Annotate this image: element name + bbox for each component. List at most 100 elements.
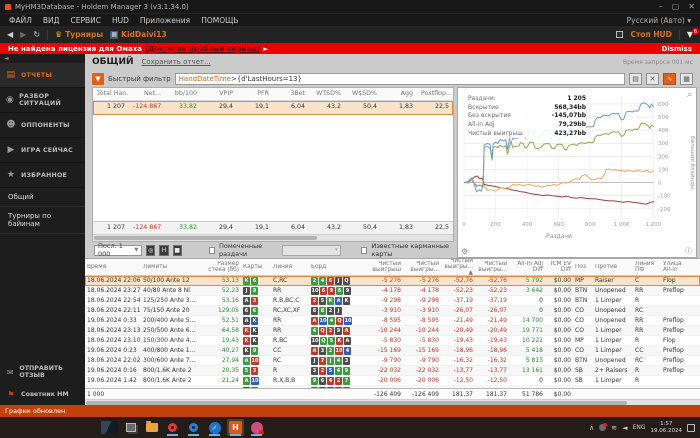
column-header[interactable]: Чистый выигры... [475,261,509,273]
table-row[interactable]: 18.06.2024 23:13 250/500 Ante 6... 64,58 K K… [85,326,700,336]
table-row[interactable]: 18.06.2024 22:06 50/100 Ante 12 53,13 K 6 C,R… [85,276,700,286]
messenger-icon[interactable]: ✓ [206,419,223,436]
column-header[interactable]: PFR [237,88,273,100]
column-header[interactable]: Net... [129,88,165,100]
social-app-icon[interactable] [248,419,265,436]
table-row[interactable]: 18.06.2024 23:27 40/80 Ante 8 Nl 52,23 J 9 RR… [85,286,700,296]
column-header[interactable]: VPIP [201,88,237,100]
tray-expand-icon[interactable]: ∧ [589,424,594,432]
column-header[interactable]: Борд [309,264,365,270]
column-header[interactable]: Поз [573,264,593,270]
column-header[interactable]: Agg [381,88,417,100]
column-header[interactable]: W$SD% [345,88,381,100]
info-icon[interactable]: ⓘ [685,246,692,256]
column-header[interactable]: Чистый выигры... [403,261,441,273]
file-explorer-icon[interactable] [143,419,160,436]
cards-view-button[interactable]: ■ [172,244,182,256]
task-view-icon[interactable] [122,419,139,436]
opera-browser-icon[interactable] [164,419,181,436]
menu-service[interactable]: СЕРВИС [70,16,101,25]
refresh-icon[interactable]: ↻ [33,30,40,39]
sidebar-report-general[interactable]: Общий [0,188,85,207]
browser-icon[interactable] [185,419,202,436]
tab-player[interactable]: ▦ KidDaivi13 [110,30,167,39]
sidebar-collapse-icon[interactable]: ◄ [0,54,85,63]
column-header[interactable]: Карты [241,264,271,270]
tab-tournaments[interactable]: ♛ Турниры [55,30,103,39]
table-row[interactable]: 19.06.2024 0:33 200/400 Ante 5... 52,51 A K R… [85,316,700,326]
column-header[interactable]: Против [593,264,633,270]
column-header[interactable]: Total Han... ▲ [93,88,129,100]
column-header[interactable]: WTSD% [309,88,345,100]
sidebar-item-favorites[interactable]: ★ ИЗБРАННОЕ [0,163,85,188]
horizontal-scrollbar[interactable] [85,399,700,406]
stats-grid-row[interactable]: 1 207 -124 867 33,82 29,4 19,1 6,04 43,2 50,4 1,… [93,101,453,115]
menu-apps[interactable]: Приложения [140,16,190,25]
filter-icon[interactable]: ▼ [92,72,104,85]
menu-help[interactable]: ПОМОЩЬ [201,16,238,25]
hand-range-dropdown[interactable]: Посл. 1 000 ▼ [94,242,143,258]
taskbar-app-logo[interactable] [101,419,118,436]
column-header[interactable]: Чистый выигры... ▲ [441,258,475,276]
clear-filter-button[interactable]: ✕ [646,72,659,85]
notifications-filter-icon[interactable]: ▼ 6 [687,28,699,39]
wifi-icon[interactable]: ≋ [611,424,617,432]
keyboard-lang[interactable]: ENG [633,424,646,431]
gear-icon[interactable]: ⚙ [461,247,468,256]
column-header[interactable]: Размер стека (бб) [201,261,241,273]
table-row[interactable]: 18.06.2024 23:10 150/300 Ante 4... 19,43 K K… [85,336,700,346]
table-row[interactable]: 18.06.2024 22:02 300/600 Ante 7... 27,94 A 1… [85,356,700,366]
notes-button[interactable]: Н [159,244,169,256]
save-filter-button[interactable]: ▤ [629,72,642,85]
close-button[interactable]: ✕ [688,2,695,11]
volume-icon[interactable]: ◄ [622,424,627,432]
column-header[interactable]: Улица All-in [661,261,691,273]
sidebar-hm-advisor[interactable]: ⚑ Советник HM [0,383,85,405]
stop-hud-checkbox[interactable] [616,31,624,38]
notification-center-icon[interactable] [687,423,695,432]
sidebar-report-by-buyin[interactable]: Турниры по байинам [0,207,85,234]
marked-hands-checkbox[interactable] [209,246,216,254]
forward-button[interactable]: ▶ [20,30,26,39]
chart-toggle-button[interactable]: ∿ [663,72,676,85]
table-row[interactable]: 18.06.2024 22:11 75/150 Ante 20 129,05 6 6 RC… [85,306,700,316]
minimize-button[interactable]: – [659,2,663,11]
language-selector[interactable]: Русский (Авто) ▾ [627,16,691,25]
menu-view[interactable]: ВИД [43,16,60,25]
column-header[interactable]: Чистый выигрыш [365,261,403,273]
column-header[interactable]: 3Bet [273,88,309,100]
tray-app-icon[interactable] [599,423,608,431]
column-header[interactable]: Линия ПФ [633,261,661,273]
maximize-button[interactable]: ▢ [672,2,680,11]
save-report-link[interactable]: Сохранить отчет... [142,58,211,66]
table-row[interactable]: 19.06.2024 0:16 800/1,6K Ante 2 20,35 5 3 R 3 2… [85,366,700,376]
replayer-button[interactable]: ◎ [146,244,156,256]
magnifier-icon[interactable]: ⌕ [687,90,692,100]
menu-file[interactable]: ФАЙЛ [9,16,32,25]
sidebar-item-opponents[interactable]: ☻ ОППОНЕНТЫ [0,113,85,138]
quick-filter-input[interactable]: HandDateTime >{d'LastHours=13} [174,72,625,85]
horizontal-scrollbar[interactable] [93,234,453,241]
table-row[interactable]: 18.06.2024 22:54 125/250 Ante 3... 53,16 A 3… [85,296,700,306]
sidebar-item-hand-review[interactable]: ◉ РАЗБОР СИТУАЦИЙ [0,88,85,113]
table-row[interactable]: 19.06.2024 0:23 400/800 Ante 1... 40,27 K 9 C… [85,346,700,356]
column-header[interactable]: Линия [271,264,309,270]
column-header[interactable]: Postflop... [417,88,453,100]
known-cards-checkbox[interactable] [361,246,368,254]
hm3-app-icon[interactable]: H [227,419,244,436]
sidebar-item-play-now[interactable]: ▶ ИГРА СЕЙЧАС [0,138,85,163]
column-header[interactable]: Лимиты [141,264,201,270]
menu-hud[interactable]: HUD [112,16,129,25]
grid-toggle-button[interactable]: ▦ [680,72,693,85]
column-header[interactable]: All-In Adj Diff [509,261,545,273]
back-button[interactable]: ◀ [7,30,13,39]
trial-link[interactable]: (Доступен пробный период) [145,45,260,53]
column-header[interactable]: Время [85,264,141,270]
table-row[interactable]: 19.06.2024 1:42 800/1,6K Ante 2 21,24 A 10 R,… [85,376,700,386]
column-header[interactable]: bb/100 [165,88,201,100]
column-header[interactable]: ICM EV Diff [545,261,573,273]
marked-tags-dropdown[interactable]: ▾ [281,244,341,256]
sidebar-item-reports[interactable]: ▤ ОТЧЕТЫ [0,63,85,88]
dismiss-button[interactable]: Dismiss [662,45,692,53]
sidebar-send-feedback[interactable]: ✉ ОТПРАВИТЬ ОТЗЫВ [0,361,85,383]
